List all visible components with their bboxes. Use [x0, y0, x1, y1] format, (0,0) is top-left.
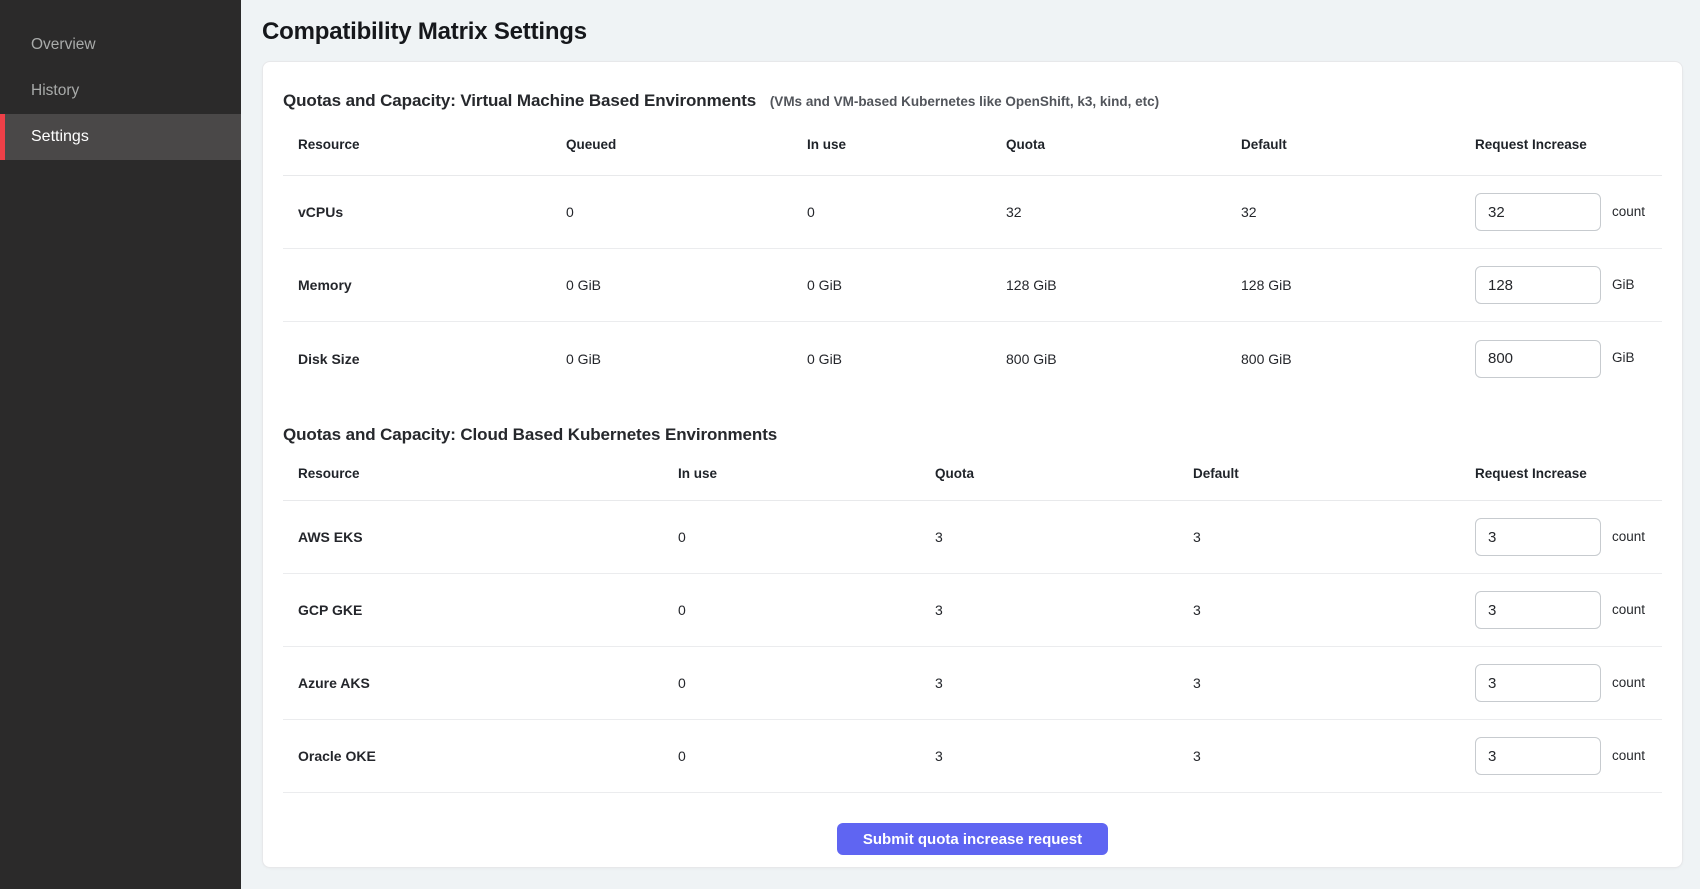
column-header-in-use: In use: [678, 466, 935, 481]
active-indicator: [0, 114, 5, 160]
resource-name: GCP GKE: [298, 602, 678, 618]
aws-eks-request-increase-input[interactable]: [1475, 518, 1601, 556]
table-row-disk-size: Disk Size 0 GiB 0 GiB 800 GiB 800 GiB Gi…: [283, 322, 1662, 395]
unit-label: count: [1601, 675, 1662, 690]
unit-label: count: [1601, 602, 1662, 617]
column-header-resource: Resource: [298, 466, 678, 481]
resource-name: Oracle OKE: [298, 748, 678, 764]
column-header-quota: Quota: [935, 466, 1193, 481]
gcp-gke-request-increase-input[interactable]: [1475, 591, 1601, 629]
column-header-request-increase: Request Increase: [1475, 137, 1601, 152]
queued-value: 0 GiB: [566, 277, 807, 293]
resource-name: Azure AKS: [298, 675, 678, 691]
default-value: 3: [1193, 675, 1475, 691]
in-use-value: 0: [678, 602, 935, 618]
table-row-vcpus: vCPUs 0 0 32 32 count: [283, 176, 1662, 249]
app-root: Overview History Settings Compatibility …: [0, 0, 1700, 889]
sidebar-nav: Overview History Settings: [0, 22, 241, 160]
default-value: 800 GiB: [1241, 351, 1475, 367]
main-content: Compatibility Matrix Settings Quotas and…: [241, 0, 1700, 889]
quota-value: 3: [935, 529, 1193, 545]
column-header-default: Default: [1241, 137, 1475, 152]
azure-aks-request-increase-input[interactable]: [1475, 664, 1601, 702]
table-row-gcp-gke: GCP GKE 0 3 3 count: [283, 574, 1662, 647]
column-header-in-use: In use: [807, 137, 1006, 152]
sidebar-item-overview[interactable]: Overview: [0, 22, 241, 68]
cloud-table-header: Resource In use Quota Default Request In…: [283, 447, 1662, 501]
quota-value: 3: [935, 602, 1193, 618]
column-header-resource: Resource: [298, 137, 566, 152]
quota-value: 32: [1006, 204, 1241, 220]
resource-name: Disk Size: [298, 351, 566, 367]
in-use-value: 0: [678, 675, 935, 691]
unit-label: count: [1601, 204, 1662, 219]
quota-value: 3: [935, 675, 1193, 691]
vm-table-header: Resource Queued In use Quota Default Req…: [283, 114, 1662, 176]
disk-size-request-increase-input[interactable]: [1475, 340, 1601, 378]
in-use-value: 0: [678, 748, 935, 764]
sidebar-item-label: Settings: [31, 128, 89, 146]
default-value: 32: [1241, 204, 1475, 220]
vm-section-subtitle: (VMs and VM-based Kubernetes like OpenSh…: [770, 94, 1159, 109]
in-use-value: 0 GiB: [807, 351, 1006, 367]
sidebar-item-label: Overview: [31, 36, 96, 54]
column-header-default: Default: [1193, 466, 1475, 481]
quota-value: 3: [935, 748, 1193, 764]
sidebar-item-history[interactable]: History: [0, 68, 241, 114]
default-value: 3: [1193, 529, 1475, 545]
sidebar-item-label: History: [31, 82, 79, 100]
in-use-value: 0: [678, 529, 935, 545]
resource-name: Memory: [298, 277, 566, 293]
default-value: 128 GiB: [1241, 277, 1475, 293]
default-value: 3: [1193, 748, 1475, 764]
resource-name: vCPUs: [298, 204, 566, 220]
quota-value: 128 GiB: [1006, 277, 1241, 293]
in-use-value: 0 GiB: [807, 277, 1006, 293]
submit-quota-increase-button[interactable]: Submit quota increase request: [837, 823, 1108, 855]
quota-value: 800 GiB: [1006, 351, 1241, 367]
vm-section-title: Quotas and Capacity: Virtual Machine Bas…: [283, 91, 756, 110]
unit-label: GiB: [1601, 350, 1662, 365]
resource-name: AWS EKS: [298, 529, 678, 545]
memory-request-increase-input[interactable]: [1475, 266, 1601, 304]
cloud-section-title: Quotas and Capacity: Cloud Based Kuberne…: [283, 425, 777, 444]
table-row-azure-aks: Azure AKS 0 3 3 count: [283, 647, 1662, 720]
unit-label: GiB: [1601, 277, 1662, 292]
page-title: Compatibility Matrix Settings: [262, 18, 1683, 46]
table-row-aws-eks: AWS EKS 0 3 3 count: [283, 501, 1662, 574]
vm-section-heading: Quotas and Capacity: Virtual Machine Bas…: [283, 62, 1662, 114]
oracle-oke-request-increase-input[interactable]: [1475, 737, 1601, 775]
sidebar-item-settings[interactable]: Settings: [0, 114, 241, 160]
table-row-oracle-oke: Oracle OKE 0 3 3 count: [283, 720, 1662, 793]
column-header-queued: Queued: [566, 137, 807, 152]
submit-row: Submit quota increase request: [283, 793, 1662, 885]
cloud-section-heading: Quotas and Capacity: Cloud Based Kuberne…: [283, 395, 1662, 447]
column-header-quota: Quota: [1006, 137, 1241, 152]
unit-label: count: [1601, 748, 1662, 763]
vcpus-request-increase-input[interactable]: [1475, 193, 1601, 231]
quota-settings-card: Quotas and Capacity: Virtual Machine Bas…: [262, 61, 1683, 868]
unit-label: count: [1601, 529, 1662, 544]
table-row-memory: Memory 0 GiB 0 GiB 128 GiB 128 GiB GiB: [283, 249, 1662, 322]
queued-value: 0 GiB: [566, 351, 807, 367]
default-value: 3: [1193, 602, 1475, 618]
queued-value: 0: [566, 204, 807, 220]
in-use-value: 0: [807, 204, 1006, 220]
column-header-request-increase: Request Increase: [1475, 466, 1601, 481]
sidebar: Overview History Settings: [0, 0, 241, 889]
